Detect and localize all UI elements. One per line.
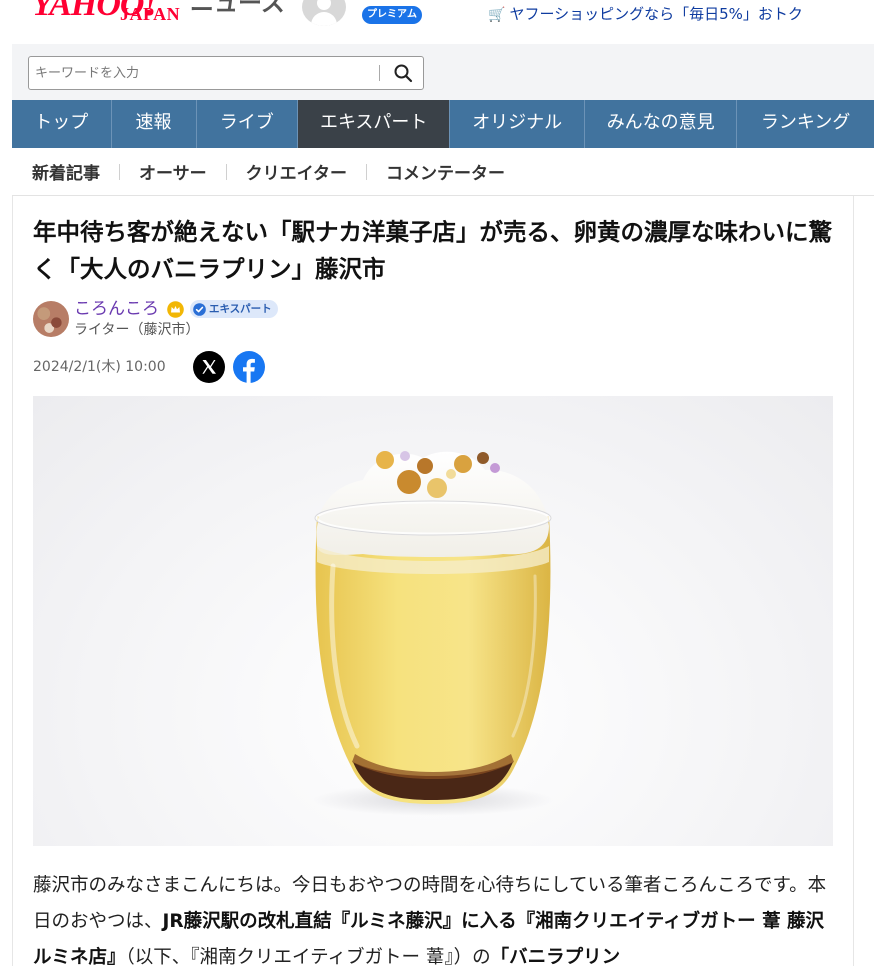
news-service-title[interactable]: ニュース: [190, 0, 285, 18]
tab-breaking-news[interactable]: 速報: [112, 100, 197, 148]
tab-opinions[interactable]: みんなの意見: [585, 100, 738, 148]
tab-expert[interactable]: エキスパート: [298, 100, 451, 148]
yahoo-japan-logo[interactable]: YAHOO! JAPAN: [28, 0, 188, 30]
subnav-creators[interactable]: クリエイター: [227, 159, 366, 184]
top-header: YAHOO! JAPAN ニュース プレミアム 🛒 ヤフーショッピングなら「毎日5…: [0, 0, 874, 44]
author-role: ライター（藤沢市）: [74, 322, 200, 338]
expert-subnav: 新着記事 オーサー クリエイター コメンテーター: [12, 148, 874, 196]
tab-ranking[interactable]: ランキング: [737, 100, 874, 148]
author-name[interactable]: ころんころ: [74, 298, 159, 320]
article-hero-image: [33, 396, 833, 846]
user-avatar-button[interactable]: [302, 0, 346, 26]
facebook-share-icon[interactable]: [233, 351, 265, 383]
publish-date: 2024/2/1(木) 10:00: [33, 359, 166, 375]
tab-live[interactable]: ライブ: [197, 100, 299, 148]
verified-check-icon: [193, 302, 206, 316]
tab-top[interactable]: トップ: [12, 100, 112, 148]
body-text-aside: （以下、『湘南クリエイティブガトー 葦』）の: [125, 947, 491, 966]
vanilla-pudding-illustration: [313, 451, 553, 816]
avatar-body-shape: [311, 12, 337, 26]
main-navigation: トップ 速報 ライブ エキスパート オリジナル みんなの意見 ランキング: [12, 100, 874, 148]
avatar-head-shape: [317, 0, 331, 10]
body-text-product: 「バニラプリン: [490, 947, 621, 966]
search-input[interactable]: [35, 61, 375, 85]
promo-text: ヤフーショッピングなら「毎日5%」おトク: [509, 5, 803, 23]
search-icon[interactable]: [393, 63, 413, 83]
article-body-paragraph: 藤沢市のみなさまこんにちは。今日もおやつの時間を心待ちにしている筆者ころんころで…: [33, 868, 833, 966]
cart-icon: 🛒: [488, 7, 506, 23]
subnav-new-articles[interactable]: 新着記事: [12, 159, 119, 184]
search-box: [28, 56, 424, 90]
subnav-authors[interactable]: オーサー: [120, 159, 226, 184]
crown-icon: [167, 301, 184, 318]
logo-sub-text: JAPAN: [120, 4, 181, 24]
expert-badge: エキスパート: [190, 300, 278, 318]
x-share-icon[interactable]: [193, 351, 225, 383]
tab-original[interactable]: オリジナル: [450, 100, 586, 148]
author-avatar[interactable]: [33, 301, 69, 337]
shopping-promo-link[interactable]: 🛒 ヤフーショッピングなら「毎日5%」おトク: [488, 4, 803, 25]
subnav-commentators[interactable]: コメンテーター: [367, 159, 524, 184]
expert-badge-label: エキスパート: [209, 303, 272, 315]
premium-badge[interactable]: プレミアム: [362, 6, 422, 24]
article-title: 年中待ち客が絶えない「駅ナカ洋菓子店」が売る、卵黄の濃厚な味わいに驚く「大人のバ…: [33, 218, 832, 283]
search-divider: [379, 65, 380, 81]
